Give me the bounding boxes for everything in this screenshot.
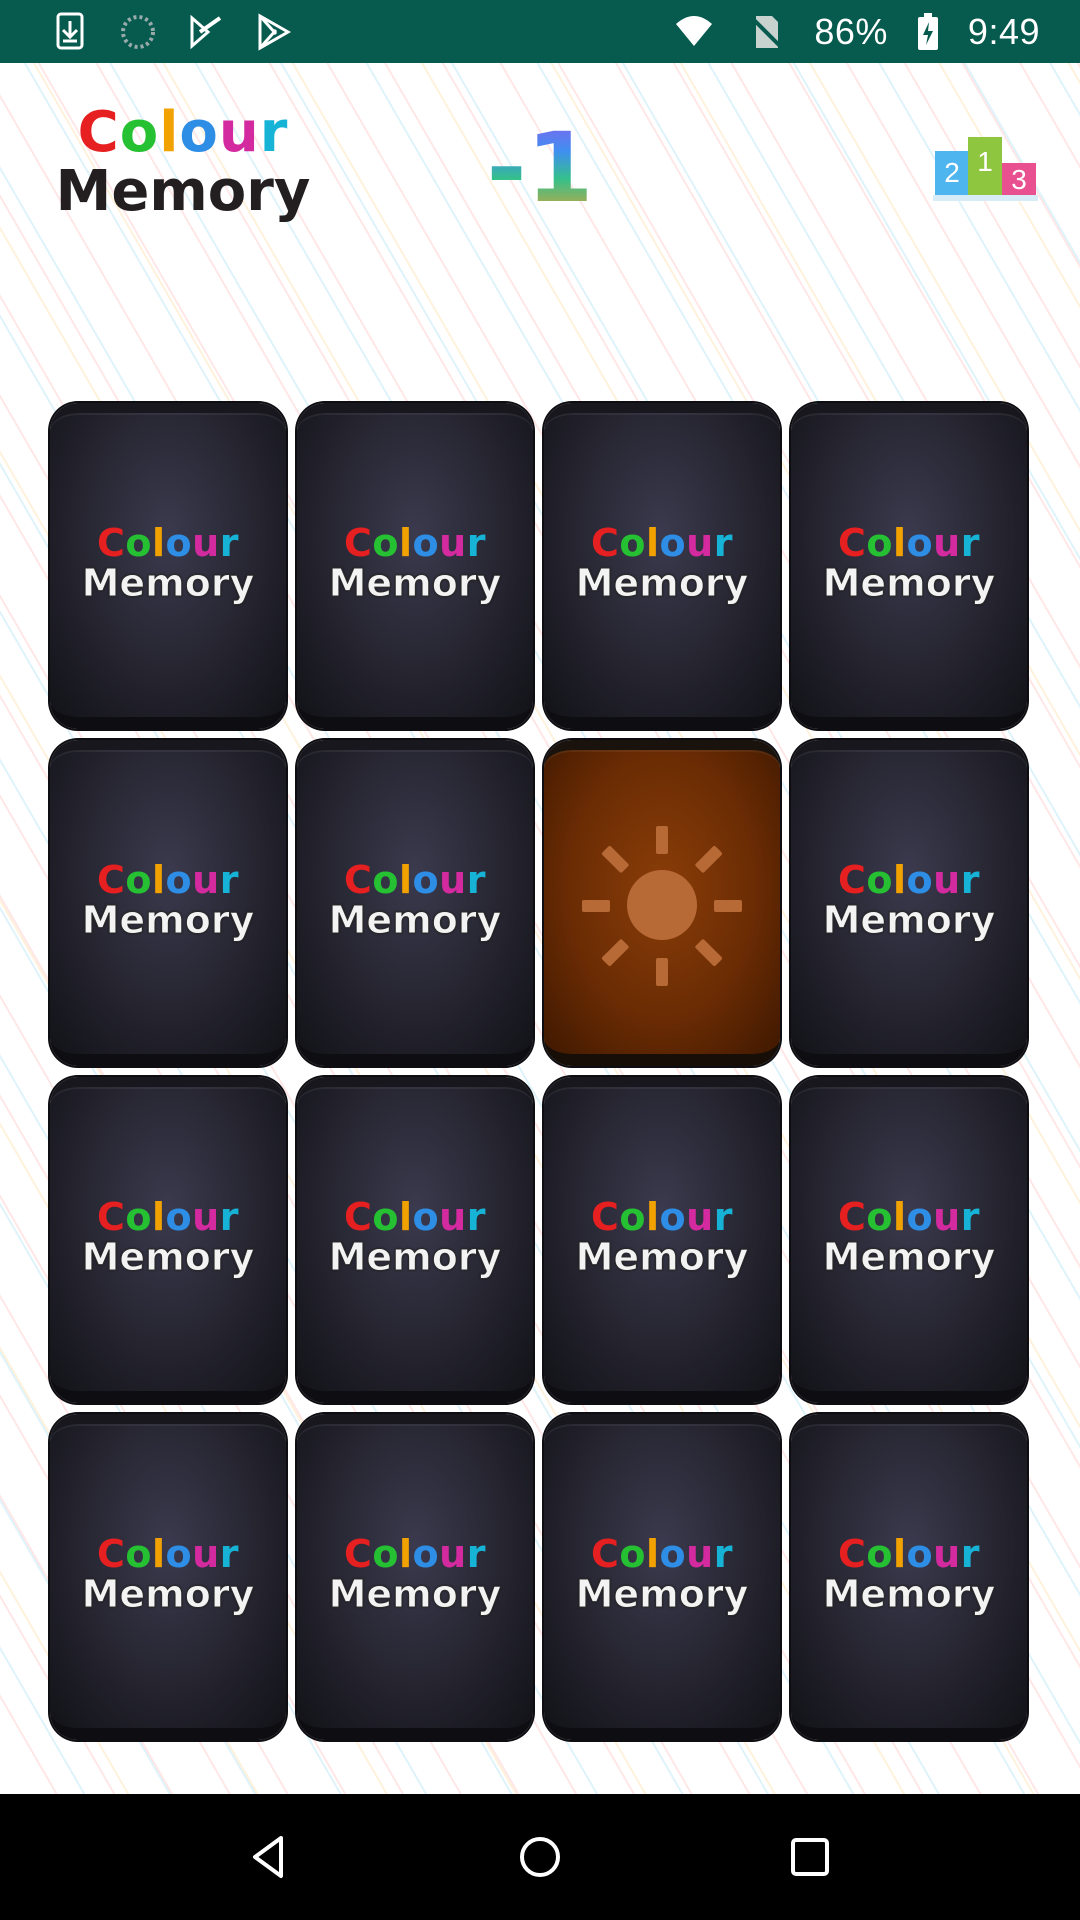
leaderboard-button[interactable]: 2 1 3 xyxy=(933,123,1038,201)
clock: 9:49 xyxy=(967,10,1040,52)
navigation-bar xyxy=(0,1794,1080,1920)
card-logo: Colour Memory xyxy=(328,1195,502,1279)
status-left xyxy=(50,12,294,52)
sun-icon xyxy=(582,825,742,986)
logo-letter: o xyxy=(179,100,219,165)
card-face-down[interactable]: Colour Memory xyxy=(544,1077,780,1403)
logo-letter: r xyxy=(259,100,289,165)
card-logo: Colour Memory xyxy=(822,1195,996,1279)
card-face-down[interactable]: Colour Memory xyxy=(297,740,533,1066)
game-area: Colour Memory -1 2 1 3 Colour Memory Col… xyxy=(0,63,1080,1794)
home-icon[interactable] xyxy=(515,1832,565,1882)
logo-colour-text: Colour xyxy=(48,103,318,163)
card-logo: Colour Memory xyxy=(81,521,255,605)
podium-base xyxy=(933,195,1038,201)
back-icon[interactable] xyxy=(245,1832,295,1882)
card-logo: Colour Memory xyxy=(328,1532,502,1616)
download-icon xyxy=(56,12,84,49)
card-logo: Colour Memory xyxy=(328,521,502,605)
card-logo: Colour Memory xyxy=(575,1532,749,1616)
loading-icon xyxy=(121,14,155,49)
card-logo: Colour Memory xyxy=(575,1195,749,1279)
logo-memory-text: Memory xyxy=(55,159,311,224)
card-face-down[interactable]: Colour Memory xyxy=(791,740,1027,1066)
card-logo: Colour Memory xyxy=(822,521,996,605)
logo-letter: l xyxy=(159,100,180,165)
card-grid: Colour Memory Colour Memory Colour Memor… xyxy=(50,403,1030,1743)
logo-letter: o xyxy=(119,100,160,165)
podium-second: 2 xyxy=(935,151,969,195)
card-face-down[interactable]: Colour Memory xyxy=(297,1414,533,1740)
card-face-down[interactable]: Colour Memory xyxy=(50,1414,286,1740)
score-display: -1 xyxy=(480,113,600,223)
status-bar: 86% 9:49 xyxy=(0,0,1080,63)
recents-icon[interactable] xyxy=(785,1832,835,1882)
battery-percentage: 86% xyxy=(814,10,888,52)
card-face-down[interactable]: Colour Memory xyxy=(50,403,286,729)
card-face-up-sun[interactable] xyxy=(544,740,780,1066)
card-logo: Colour Memory xyxy=(81,1195,255,1279)
colour-memory-logo: Colour Memory xyxy=(48,103,318,233)
card-logo: Colour Memory xyxy=(81,1532,255,1616)
card-face-down[interactable]: Colour Memory xyxy=(544,403,780,729)
podium-third: 3 xyxy=(1002,163,1036,195)
card-face-down[interactable]: Colour Memory xyxy=(297,1077,533,1403)
status-right: 86% 9:49 xyxy=(670,11,1040,53)
card-face-down[interactable]: Colour Memory xyxy=(791,1414,1027,1740)
card-face-down[interactable]: Colour Memory xyxy=(544,1414,780,1740)
card-face-down[interactable]: Colour Memory xyxy=(791,1077,1027,1403)
card-logo: Colour Memory xyxy=(822,1532,996,1616)
google-play-store-icon xyxy=(190,14,222,49)
logo-letter: u xyxy=(218,100,260,165)
card-face-down[interactable]: Colour Memory xyxy=(297,403,533,729)
card-logo: Colour Memory xyxy=(822,858,996,942)
card-logo: Colour Memory xyxy=(328,858,502,942)
card-face-down[interactable]: Colour Memory xyxy=(50,740,286,1066)
card-face-down[interactable]: Colour Memory xyxy=(50,1077,286,1403)
battery-charging-icon xyxy=(917,12,938,50)
no-sim-icon xyxy=(748,14,784,49)
card-logo: Colour Memory xyxy=(575,521,749,605)
wifi-icon xyxy=(676,15,713,46)
google-play-icon xyxy=(258,12,292,51)
podium-first: 1 xyxy=(968,137,1002,195)
logo-letter: C xyxy=(77,100,120,165)
card-logo: Colour Memory xyxy=(81,858,255,942)
card-face-down[interactable]: Colour Memory xyxy=(791,403,1027,729)
